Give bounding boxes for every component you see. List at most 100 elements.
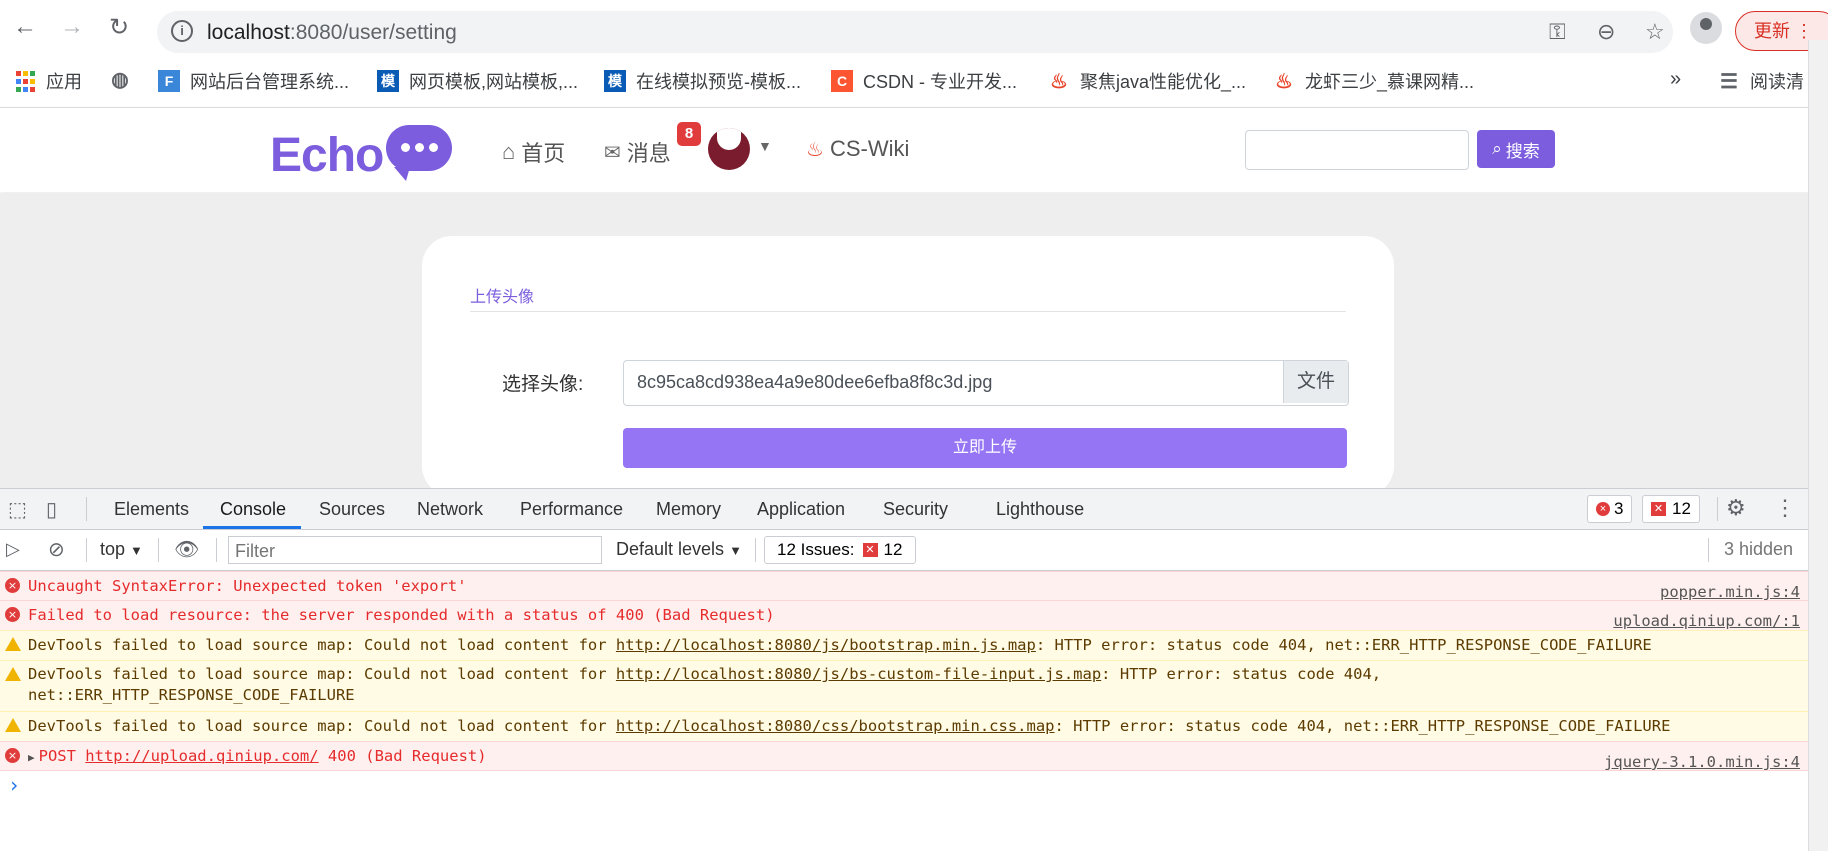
bookmark-label: 龙虾三少_慕课网精... bbox=[1305, 72, 1475, 92]
tab-network[interactable]: Network bbox=[417, 499, 483, 520]
reading-list-icon: ☰ bbox=[1720, 70, 1738, 93]
site-info-icon[interactable]: i bbox=[171, 20, 193, 42]
filter-input[interactable]: Filter bbox=[228, 536, 602, 564]
tab-performance[interactable]: Performance bbox=[520, 499, 623, 520]
error-icon: × bbox=[1596, 502, 1610, 516]
upload-avatar-card: 上传头像 选择头像: 8c95ca8cd938ea4a9e80dee6efba8… bbox=[422, 236, 1394, 496]
message-suffix: : HTTP error: status code 404, net::ERR_… bbox=[1054, 717, 1671, 735]
nav-wiki-label: CS-Wiki bbox=[829, 136, 910, 161]
bookmark-label: 在线模拟预览-模板... bbox=[636, 72, 801, 92]
url-host: localhost bbox=[207, 21, 290, 44]
reload-icon[interactable]: ↻ bbox=[104, 12, 134, 42]
mo-favicon: 模 bbox=[377, 70, 399, 92]
avatar-file-input[interactable]: 8c95ca8cd938ea4a9e80dee6efba8f8c3d.jpg 文… bbox=[623, 360, 1349, 406]
bookmark-label: CSDN - 专业开发... bbox=[863, 72, 1018, 92]
console-message-warning[interactable]: DevTools failed to load source map: Coul… bbox=[0, 630, 1808, 660]
address-bar[interactable]: i localhost:8080/user/setting ⚿ ⊖ ☆ bbox=[157, 11, 1673, 53]
kebab-menu-icon[interactable]: ⋮ bbox=[1774, 495, 1796, 521]
site-search-input[interactable] bbox=[1245, 130, 1469, 170]
dropdown-arrow-icon: ▼ bbox=[130, 543, 143, 558]
eye-icon[interactable]: 👁 bbox=[174, 537, 199, 562]
console-toolbar: ▷ ⊘ top ▼ 👁 Filter Default levels ▼ 12 I… bbox=[0, 530, 1808, 571]
page-scrollbar[interactable] bbox=[1808, 40, 1828, 851]
site-logo[interactable]: Echo bbox=[270, 128, 384, 183]
tab-console[interactable]: Console bbox=[220, 499, 286, 520]
back-arrow-icon[interactable]: ← bbox=[10, 12, 40, 42]
console-message-warning[interactable]: DevTools failed to load source map: Coul… bbox=[0, 711, 1808, 741]
zoom-icon[interactable]: ⊖ bbox=[1597, 19, 1615, 45]
request-url-link[interactable]: http://upload.qiniup.com/ bbox=[85, 747, 318, 765]
nav-cs-wiki[interactable]: ♨ CS-Wiki bbox=[806, 136, 909, 162]
apps-grid-icon bbox=[14, 70, 36, 92]
selected-file-name: 8c95ca8cd938ea4a9e80dee6efba8f8c3d.jpg bbox=[637, 372, 993, 392]
home-icon: ⌂ bbox=[502, 139, 516, 164]
issue-counter[interactable]: ✕ 12 bbox=[1642, 495, 1700, 523]
tab-sources[interactable]: Sources bbox=[319, 499, 385, 520]
tab-memory[interactable]: Memory bbox=[656, 499, 721, 520]
search-icon: ⌕ bbox=[1492, 139, 1502, 158]
bookmark-label: 网页模板,网站模板,... bbox=[409, 72, 579, 92]
tab-elements[interactable]: Elements bbox=[114, 499, 189, 520]
levels-label: Default levels bbox=[616, 539, 725, 559]
bookmark-apps[interactable]: 应用 bbox=[14, 68, 82, 94]
console-prompt[interactable]: › bbox=[0, 772, 1808, 800]
warning-icon bbox=[5, 667, 21, 681]
sourcemap-link[interactable]: http://localhost:8080/js/bs-custom-file-… bbox=[616, 665, 1101, 683]
more-bookmarks-icon[interactable]: » bbox=[1670, 68, 1681, 91]
chat-bubble-logo-icon bbox=[386, 125, 452, 181]
site-search-button[interactable]: ⌕ 搜索 bbox=[1477, 130, 1555, 168]
bookmark-globe[interactable]: ◍ bbox=[109, 68, 141, 91]
url-text[interactable]: localhost:8080/user/setting bbox=[207, 21, 457, 45]
bookmark-star-icon[interactable]: ☆ bbox=[1645, 19, 1665, 45]
tab-security[interactable]: Security bbox=[883, 499, 948, 520]
dropdown-arrow-icon: ▼ bbox=[729, 543, 742, 558]
bookmark-preview[interactable]: 模 在线模拟预览-模板... bbox=[604, 68, 801, 94]
message-prefix: DevTools failed to load source map: Coul… bbox=[28, 636, 616, 654]
bookmark-java-perf[interactable]: ♨ 聚焦java性能优化_... bbox=[1048, 68, 1246, 94]
sourcemap-link[interactable]: http://localhost:8080/js/bootstrap.min.j… bbox=[616, 636, 1036, 654]
upload-now-button[interactable]: 立即上传 bbox=[623, 428, 1347, 468]
bookmark-templates[interactable]: 模 网页模板,网站模板,... bbox=[377, 68, 578, 94]
console-message-warning[interactable]: DevTools failed to load source map: Coul… bbox=[0, 660, 1808, 711]
bookmark-csdn[interactable]: C CSDN - 专业开发... bbox=[831, 68, 1017, 94]
bookmarks-bar: 应用 ◍ F 网站后台管理系统... 模 网页模板,网站模板,... 模 在线模… bbox=[0, 56, 1828, 108]
warning-icon bbox=[5, 637, 21, 651]
devtools-panel: ⬚ ▯ Elements Console Sources Network Per… bbox=[0, 488, 1808, 851]
log-levels-dropdown[interactable]: Default levels ▼ bbox=[616, 539, 742, 560]
context-label: top bbox=[100, 539, 126, 559]
gear-icon[interactable]: ⚙ bbox=[1726, 495, 1746, 521]
bookmark-label: 应用 bbox=[46, 72, 82, 92]
key-icon[interactable]: ⚿ bbox=[1549, 19, 1566, 45]
reading-list[interactable]: ☰ 阅读清 bbox=[1718, 68, 1804, 94]
sourcemap-link[interactable]: http://localhost:8080/css/bootstrap.min.… bbox=[616, 717, 1055, 735]
profile-avatar[interactable] bbox=[1690, 12, 1722, 44]
browse-file-button[interactable]: 文件 bbox=[1283, 361, 1348, 403]
inspect-element-icon[interactable]: ⬚ bbox=[8, 497, 27, 522]
tab-lighthouse[interactable]: Lighthouse bbox=[996, 499, 1084, 520]
console-message-error[interactable]: × ▶ POST http://upload.qiniup.com/ 400 (B… bbox=[0, 741, 1808, 771]
console-message-error[interactable]: × Uncaught SyntaxError: Unexpected token… bbox=[0, 571, 1808, 601]
fire-icon: ♨ bbox=[806, 138, 824, 161]
console-message-error[interactable]: × Failed to load resource: the server re… bbox=[0, 600, 1808, 630]
message-prefix: DevTools failed to load source map: Coul… bbox=[28, 665, 616, 683]
context-selector[interactable]: top ▼ bbox=[100, 539, 143, 560]
bookmark-admin-site[interactable]: F 网站后台管理系统... bbox=[158, 68, 349, 94]
error-counter[interactable]: × 3 bbox=[1587, 495, 1633, 523]
globe-icon: ◍ bbox=[111, 68, 129, 91]
tab-application[interactable]: Application bbox=[757, 499, 845, 520]
envelope-icon: ✉ bbox=[604, 141, 621, 164]
sidebar-toggle-icon[interactable]: ▷ bbox=[6, 539, 20, 560]
device-toolbar-icon[interactable]: ▯ bbox=[46, 497, 57, 522]
issue-flag-icon: ✕ bbox=[1651, 502, 1666, 516]
user-avatar[interactable] bbox=[708, 128, 750, 170]
expand-triangle-icon[interactable]: ▶ bbox=[28, 751, 35, 764]
bookmark-imooc[interactable]: ♨ 龙虾三少_慕课网精... bbox=[1273, 68, 1474, 94]
nav-home[interactable]: ⌂ 首页 bbox=[502, 136, 565, 168]
chevron-down-icon[interactable]: ▼ bbox=[758, 138, 772, 154]
nav-messages[interactable]: ✉ 消息 bbox=[604, 136, 671, 168]
issues-button[interactable]: 12 Issues: ✕ 12 bbox=[764, 536, 916, 564]
clear-console-icon[interactable]: ⊘ bbox=[48, 537, 65, 562]
message-text: Uncaught SyntaxError: Unexpected token '… bbox=[28, 577, 467, 595]
warning-icon bbox=[5, 718, 21, 732]
forward-arrow-icon[interactable]: → bbox=[57, 12, 87, 42]
